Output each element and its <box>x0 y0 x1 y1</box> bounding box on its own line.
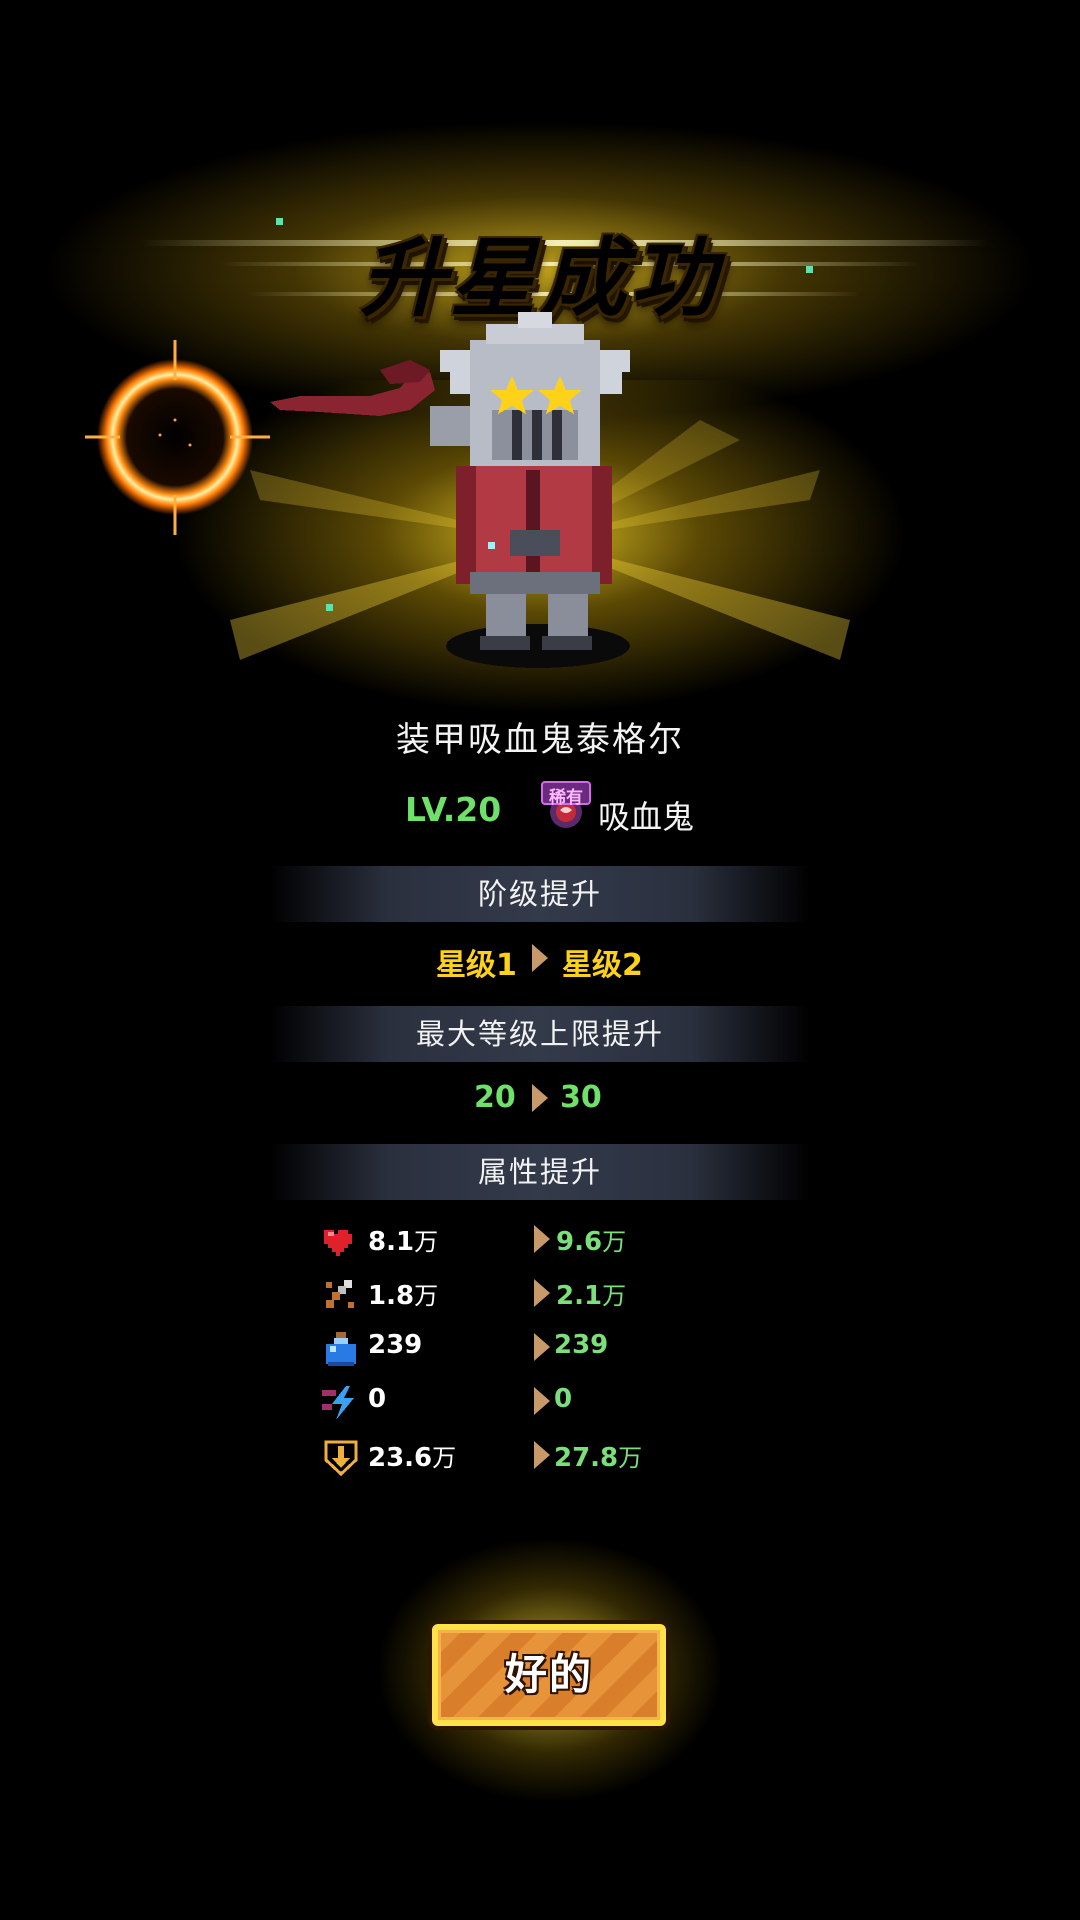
sparkle <box>276 218 283 225</box>
upgrade-result-screen: 升星成功 装甲吸血鬼泰格尔 LV.20 稀有 吸血鬼 阶级提升 星级1 星级2 … <box>0 0 1080 1920</box>
hero-level: LV.20 <box>405 790 502 829</box>
hero-class: 吸血鬼 <box>598 798 695 836</box>
arrow-right-icon <box>534 1333 550 1361</box>
attack-old-unit: 万 <box>414 1282 439 1310</box>
arrow-right-icon <box>532 944 548 972</box>
max-level-section-header: 最大等级上限提升 <box>270 1006 810 1062</box>
max-level-from: 20 <box>474 1080 516 1115</box>
arrow-right-icon <box>534 1387 550 1415</box>
mana-old: 239 <box>368 1330 423 1360</box>
stat-row-attack: 1.8万 2.1万 <box>320 1270 740 1316</box>
attack-old: 1.8 <box>368 1281 415 1311</box>
max-level-to: 30 <box>560 1080 602 1115</box>
mana-new: 239 <box>554 1330 609 1360</box>
stat-row-power: 23.6万 27.8万 <box>320 1432 740 1478</box>
rank-to: 星级2 <box>562 948 643 983</box>
potion-icon <box>326 1332 356 1366</box>
confirm-button[interactable]: 好的 <box>432 1624 666 1726</box>
stat-row-mana: 239 239 <box>320 1324 740 1370</box>
arrow-right-icon <box>534 1225 550 1253</box>
confirm-button-label: 好的 <box>504 1650 593 1699</box>
power-old: 23.6 <box>368 1443 433 1473</box>
armored-vampire-sprite <box>270 312 630 668</box>
attack-new-unit: 万 <box>602 1282 627 1310</box>
stat-row-hp: 8.1万 9.6万 <box>320 1216 740 1262</box>
hp-old-unit: 万 <box>414 1228 439 1256</box>
hp-new-unit: 万 <box>602 1228 627 1256</box>
rank-from: 星级1 <box>436 948 517 983</box>
sparkle <box>488 542 495 549</box>
hp-old: 8.1 <box>368 1227 415 1257</box>
fire-ring-effect <box>85 340 270 535</box>
power-old-unit: 万 <box>432 1444 457 1472</box>
power-shield-icon <box>324 1440 358 1477</box>
arrow-right-icon <box>534 1279 550 1307</box>
attribute-section-header: 属性提升 <box>270 1144 810 1200</box>
power-new-unit: 万 <box>618 1444 643 1472</box>
speed-new: 0 <box>554 1384 573 1414</box>
rarity-badge-label: 稀有 <box>549 788 583 808</box>
speed-icon <box>322 1386 354 1420</box>
rank-section-header: 阶级提升 <box>270 866 810 922</box>
swords-icon <box>326 1280 354 1308</box>
speed-old: 0 <box>368 1384 387 1414</box>
hp-new: 9.6 <box>556 1227 603 1257</box>
sparkle <box>326 604 333 611</box>
stat-row-speed: 0 0 <box>320 1378 740 1424</box>
attack-new: 2.1 <box>556 1281 603 1311</box>
sparkle <box>806 266 813 273</box>
hero-name: 装甲吸血鬼泰格尔 <box>396 720 684 760</box>
power-new: 27.8 <box>554 1443 619 1473</box>
heart-icon <box>324 1230 352 1256</box>
arrow-right-icon <box>534 1441 550 1469</box>
arrow-right-icon <box>532 1084 548 1112</box>
